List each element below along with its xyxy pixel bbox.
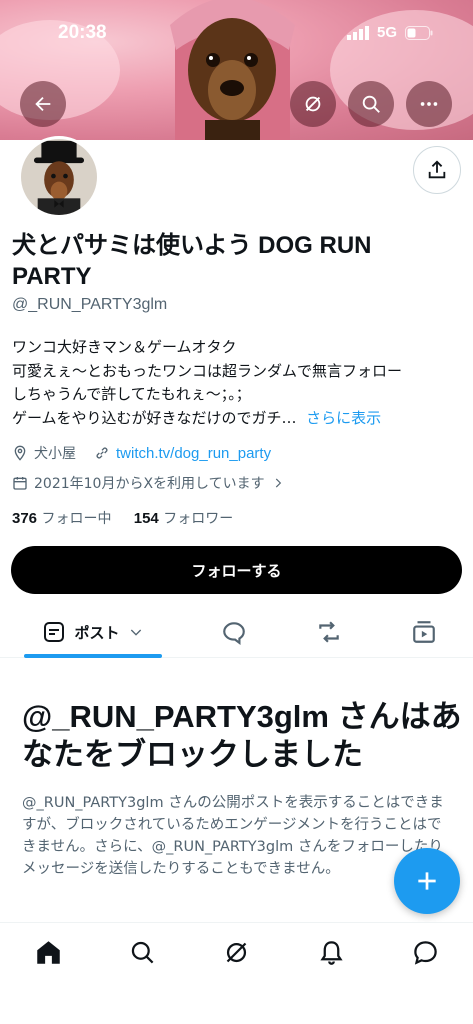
chevron-down-icon	[130, 629, 141, 636]
bottom-navigation	[0, 922, 473, 984]
repost-icon	[319, 621, 339, 643]
bio-line-last: ゲームをやり込むが好きなだけのでガチ… さらに表示	[12, 407, 462, 431]
chevron-right-icon	[275, 478, 281, 488]
share-icon	[428, 160, 446, 179]
profile-website-link[interactable]: twitch.tv/dog_run_party	[116, 445, 271, 462]
profile-location: 犬小屋	[34, 446, 76, 462]
signal-icon	[346, 25, 369, 40]
nav-messages[interactable]	[410, 937, 440, 967]
bio-line: しちゃうんで許してたもれぇ〜；。；	[12, 385, 251, 403]
more-button[interactable]	[406, 81, 452, 127]
calendar-icon	[13, 477, 27, 490]
blocked-title: @_RUN_PARTY3glm さんはあなたをブロックしました	[22, 699, 462, 772]
nav-home[interactable]	[33, 937, 63, 967]
avatar[interactable]	[18, 136, 100, 218]
home-indicator-area	[0, 984, 473, 1024]
bio-line: ゲームをやり込むが好きなだけのでガチ…	[12, 408, 297, 427]
avatar-dog-image	[21, 139, 97, 215]
bio-line: 可愛えぇ〜とおもったワンコは超ランダムで無言フォロー	[12, 361, 403, 380]
grok-button[interactable]	[290, 81, 336, 127]
bio-show-more-link[interactable]: さらに表示	[306, 409, 381, 427]
profile-meta: 犬小屋 twitch.tv/dog_run_party	[12, 443, 462, 463]
bell-icon	[319, 940, 343, 965]
status-bar: 20:38 5G	[0, 20, 473, 50]
posts-icon	[44, 622, 65, 642]
reply-bubble-icon	[223, 622, 245, 645]
follow-button[interactable]: フォローする	[11, 546, 462, 594]
nav-explore[interactable]	[127, 937, 157, 967]
battery-icon	[405, 25, 433, 40]
link-icon	[96, 447, 108, 459]
bio-line: ワンコ大好きマン＆ゲームオタク	[12, 338, 237, 356]
tab-posts-label: ポスト	[74, 623, 120, 642]
profile-handle: @_RUN_PARTY3glm	[12, 296, 168, 313]
active-tab-indicator	[24, 654, 162, 658]
nav-grok[interactable]	[221, 937, 251, 967]
network-type: 5G	[376, 24, 397, 41]
search-button[interactable]	[348, 81, 394, 127]
followers-link[interactable]: 154 フォロワー	[133, 510, 234, 527]
following-count: 376	[12, 510, 38, 527]
search-icon	[131, 941, 153, 963]
grok-slash-icon	[226, 942, 246, 962]
message-bubble-icon	[413, 940, 437, 965]
tab-media[interactable]	[406, 606, 442, 658]
following-label: フォロー中	[41, 511, 112, 527]
tab-posts[interactable]: ポスト	[24, 606, 162, 658]
compose-button[interactable]	[394, 848, 460, 914]
followers-label: フォロワー	[163, 511, 234, 527]
share-button[interactable]	[413, 146, 461, 194]
media-play-icon	[413, 621, 435, 643]
back-button[interactable]	[20, 81, 66, 127]
profile-banner[interactable]: 20:38 5G	[0, 0, 473, 140]
home-icon	[36, 940, 60, 964]
tab-reposts[interactable]	[311, 606, 347, 658]
profile-name: 犬とパサミは使いよう DOG RUN PARTY	[12, 232, 372, 290]
location-pin-icon	[14, 445, 26, 461]
blocked-message: @_RUN_PARTY3glm さんの公開ポストを表示することはできますが、ブロ…	[22, 795, 444, 877]
following-link[interactable]: 376 フォロー中	[12, 510, 112, 527]
profile-joined: 2021年10月からXを利用しています	[34, 476, 265, 492]
search-icon	[362, 95, 380, 113]
profile-joined-row[interactable]: 2021年10月からXを利用しています	[12, 473, 462, 493]
followers-count: 154	[133, 510, 159, 527]
more-dots-icon	[420, 102, 438, 106]
profile-bio: ワンコ大好きマン＆ゲームオタク 可愛えぇ〜とおもったワンコは超ランダムで無言フォ…	[12, 336, 462, 430]
arrow-left-icon	[35, 96, 51, 112]
plus-icon	[418, 872, 436, 890]
profile-tabs: ポスト	[0, 606, 473, 658]
follow-counts: 376 フォロー中 154 フォロワー	[12, 508, 233, 528]
tab-replies[interactable]	[216, 606, 252, 658]
grok-slash-icon	[305, 96, 321, 112]
nav-notifications[interactable]	[316, 937, 346, 967]
status-time: 20:38	[58, 22, 107, 43]
